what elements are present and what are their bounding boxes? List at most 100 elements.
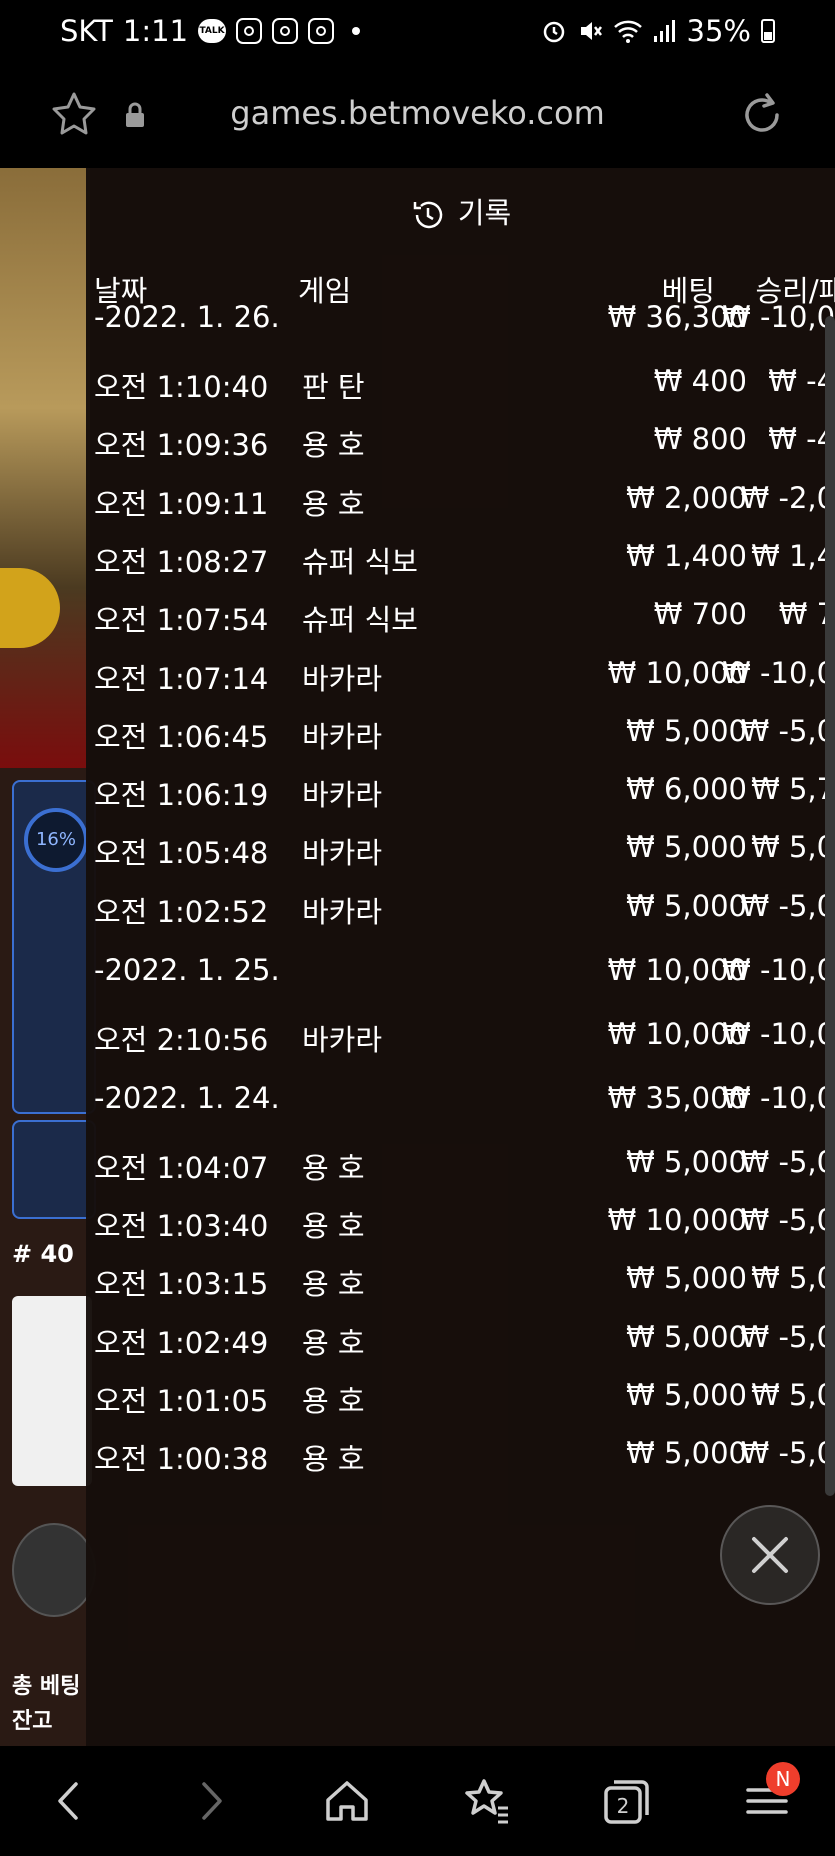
table-row: 오전 1:07:14바카라₩ 10,000₩ -10,000: [86, 656, 835, 706]
row-bet: ₩ 800: [653, 422, 747, 457]
home-icon[interactable]: [322, 1776, 372, 1826]
url-text[interactable]: games.betmoveko.com: [0, 94, 835, 132]
row-bet: ₩ 6,000: [626, 772, 747, 807]
instagram-icon: [308, 18, 335, 44]
table-row: 오전 2:10:56바카라₩ 10,000₩ -10,000: [86, 1017, 835, 1067]
tabs-icon[interactable]: 2: [602, 1776, 652, 1826]
row-game: 용 호: [302, 1383, 365, 1418]
battery-icon: [761, 19, 775, 43]
row-bet: ₩ 5,000: [626, 713, 747, 748]
back-icon[interactable]: [44, 1776, 94, 1826]
row-result: ₩ -5,000: [740, 1203, 835, 1237]
row-time: 오전 1:09:11: [94, 486, 269, 521]
row-game: 슈퍼 식보: [302, 603, 418, 638]
status-right: 35%: [541, 14, 775, 48]
history-title: 기록: [86, 190, 835, 233]
group-date: -2022. 1. 26.: [94, 300, 280, 334]
row-time: 오전 1:08:27: [94, 544, 269, 579]
row-result: ₩ -10,000: [722, 300, 835, 334]
row-bet: ₩ 5,000: [626, 1377, 747, 1412]
row-time: 오전 1:03:40: [94, 1209, 269, 1243]
table-row: 오전 1:06:19 바카라 ₩ 6,000₩ 5,700: [86, 772, 835, 822]
row-time: 오전 1:06:45: [94, 719, 269, 754]
row-time: 오전 1:04:07: [94, 1150, 269, 1185]
forward-icon[interactable]: [186, 1776, 236, 1826]
row-result: ₩ -5,000: [740, 1319, 835, 1354]
browser-nav-bar: 2: [0, 1746, 835, 1856]
row-game: 바카라: [302, 894, 383, 929]
row-game: 바카라: [302, 661, 383, 696]
row-time: 오전 1:01:05: [94, 1383, 269, 1418]
close-icon: [752, 1537, 788, 1573]
group-date: -2022. 1. 25.: [94, 952, 280, 987]
table-row: 오전 1:09:11 용 호 ₩ 2,000₩ -2,000: [86, 481, 835, 531]
row-time: 오전 1:07:54: [94, 603, 269, 638]
row-bet: ₩ 5,000: [626, 1436, 747, 1471]
row-result: ₩ -5,000: [740, 888, 835, 923]
row-bet: ₩ 1,400: [626, 538, 747, 573]
status-left: SKT 1:11 TALK: [60, 14, 361, 48]
row-result: ₩ 5,700: [751, 772, 835, 807]
table-row: 오전 1:05:48 바카라 ₩ 5,000₩ 5,000: [86, 830, 835, 880]
row-time: 오전 1:09:36: [94, 428, 269, 463]
row-game: 슈퍼 식보: [302, 544, 418, 579]
browser-url-bar: games.betmoveko.com: [0, 72, 835, 168]
roadmap-grid: [12, 1296, 92, 1486]
table-row: 오전 1:02:49 용 호 ₩ 5,000₩ -5,000: [86, 1320, 835, 1370]
table-row: 오전 1:04:07 용 호 ₩ 5,000₩ -5,000: [86, 1145, 835, 1195]
wifi-icon: [613, 20, 642, 43]
carrier-label: SKT: [60, 14, 113, 48]
progress-ring: 16%: [24, 808, 88, 872]
row-result: ₩ -10,000: [722, 1016, 835, 1051]
table-row: 오전 1:10:40판 탄₩ 400₩ -400: [86, 364, 835, 414]
row-game: 용 호: [302, 1442, 365, 1477]
date-group-row: -2022. 1. 25.₩ 10,000₩ -10,000: [86, 953, 835, 1003]
notification-badge: N: [766, 1762, 800, 1796]
clock: 1:11: [122, 14, 189, 48]
table-number: # 40: [12, 1240, 74, 1268]
table-row: 오전 1:08:27 슈퍼 식보 ₩ 1,400₩ 1,400: [86, 539, 835, 589]
row-bet: ₩ 5,000: [626, 830, 747, 865]
row-result: ₩ 5,000: [751, 1377, 835, 1412]
row-game: 용 호: [302, 486, 365, 521]
row-bet: ₩ 700: [653, 597, 747, 632]
row-result: ₩ -10,000: [722, 1080, 835, 1115]
reload-icon[interactable]: [737, 90, 787, 140]
row-result: ₩ -2,000: [740, 480, 835, 515]
row-time: 오전 1:05:48: [94, 836, 269, 871]
chip-button[interactable]: [12, 1523, 96, 1617]
group-date: -2022. 1. 24.: [94, 1080, 280, 1115]
row-time: 오전 1:10:40: [94, 370, 269, 404]
balance-label: 잔고: [12, 1709, 53, 1734]
row-result: ₩ -5,000: [740, 713, 835, 748]
table-row: 오전 1:07:54슈퍼 식보₩ 700₩ 700: [86, 597, 835, 647]
history-title-text: 기록: [457, 196, 512, 230]
row-result: ₩ 5,000: [751, 1261, 835, 1296]
row-result: ₩ -10,000: [722, 952, 835, 987]
list-fade: [86, 1666, 835, 1746]
table-row: 오전 1:00:38 용 호 ₩ 5,000₩ -5,000: [86, 1436, 835, 1486]
table-row: 오전 1:03:40 용 호 ₩ 10,000₩ -5,000: [86, 1203, 835, 1253]
table-row: 오전 1:03:15 용 호 ₩ 5,000₩ 5,000: [86, 1261, 835, 1311]
row-bet: ₩ 2,000: [626, 480, 747, 515]
row-time: 오전 1:06:19: [94, 778, 269, 813]
row-game: 용 호: [302, 1325, 365, 1360]
row-result: ₩ -5,000: [740, 1436, 835, 1471]
row-bet: ₩ 5,000: [626, 1261, 747, 1296]
alarm-icon: [543, 21, 564, 43]
signal-icon: [653, 20, 675, 42]
row-game: 바카라: [302, 719, 383, 754]
row-game: 용 호: [302, 1150, 365, 1185]
more-notifications-dot: [352, 27, 361, 35]
history-scrollbar[interactable]: [825, 316, 835, 1496]
game-card-secondary[interactable]: [12, 1120, 96, 1219]
mute-icon: [580, 22, 602, 40]
row-result: ₩ 5,000: [751, 830, 835, 865]
row-bet: ₩ 5,000: [626, 1144, 747, 1179]
close-button[interactable]: [720, 1505, 820, 1605]
bookmarks-icon[interactable]: [462, 1776, 512, 1826]
row-game: 용 호: [302, 428, 365, 463]
status-bar: SKT 1:11 TALK 35%: [0, 0, 835, 72]
row-game: 용 호: [302, 1209, 365, 1243]
row-bet: ₩ 5,000: [626, 888, 747, 923]
